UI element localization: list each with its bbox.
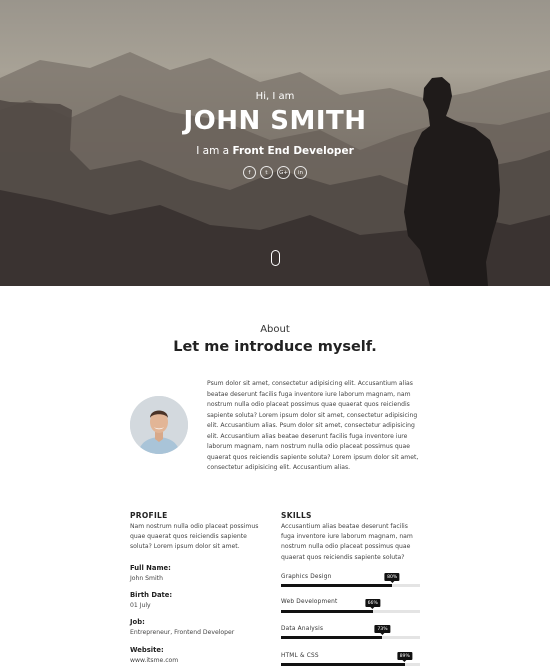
- about-label: About: [260, 324, 290, 335]
- skill-bar: 73%: [281, 625, 420, 639]
- profile-description: Nam nostrum nulla odio placeat possimus …: [130, 523, 259, 551]
- skill-name: Data Analysis: [281, 626, 324, 632]
- website-label: Website:: [130, 646, 164, 654]
- profile-heading: PROFILE: [130, 511, 168, 520]
- birth-date-label: Birth Date:: [130, 591, 173, 599]
- skills-heading: SKILLS: [281, 511, 312, 520]
- full-name-label: Full Name:: [130, 564, 171, 572]
- hero-section: Hi, I am JOHN SMITH I am a Front End Dev…: [0, 0, 550, 286]
- full-name-value: John Smith: [130, 575, 163, 582]
- skill-percent-badge: 89%: [397, 652, 413, 662]
- mountain-background-image: [0, 52, 550, 286]
- hero-role-prefix: I am a: [196, 145, 230, 157]
- hero-role-title: Front End Developer: [232, 145, 354, 157]
- hero-name: JOHN SMITH: [183, 106, 367, 136]
- avatar: [130, 396, 188, 454]
- linkedin-icon[interactable]: in: [294, 166, 307, 179]
- hero-greeting: Hi, I am: [255, 91, 295, 102]
- about-paragraph: Psum dolor sit amet, consectetur adipisi…: [207, 380, 419, 471]
- skill-percent-badge: 73%: [374, 625, 391, 635]
- skill-bar: 66%: [281, 599, 420, 613]
- skill-bar: 80%: [281, 573, 420, 587]
- social-links: f t G+ in: [0, 166, 550, 179]
- job-value: Entrepreneur, Frontend Developer: [130, 629, 235, 636]
- skill-name: HTML & CSS: [281, 653, 319, 659]
- skill-name: Graphics Design: [281, 574, 332, 580]
- skill-name: Web Development: [281, 599, 338, 605]
- website-link[interactable]: www.itsme.com: [130, 657, 178, 664]
- skill-percent-badge: 80%: [384, 573, 400, 583]
- twitter-icon[interactable]: t: [260, 166, 273, 179]
- skill-bar-fill: [281, 636, 383, 639]
- skill-bar-fill: [281, 663, 405, 666]
- skill-bar-fill: [281, 610, 373, 613]
- google-plus-icon[interactable]: G+: [277, 166, 290, 179]
- job-label: Job:: [130, 618, 145, 626]
- facebook-icon[interactable]: f: [243, 166, 256, 179]
- skill-percent-badge: 66%: [365, 599, 381, 609]
- hero-role-line: I am a Front End Developer: [0, 145, 550, 157]
- skills-description: Accusantium alias beatae deserunt facili…: [281, 523, 413, 561]
- skill-bar: 89%: [281, 652, 420, 666]
- skill-bar-fill: [281, 584, 393, 587]
- mouse-scroll-icon[interactable]: [271, 250, 280, 266]
- birth-date-value: 01 July: [130, 602, 151, 609]
- about-title: Let me introduce myself.: [173, 339, 377, 355]
